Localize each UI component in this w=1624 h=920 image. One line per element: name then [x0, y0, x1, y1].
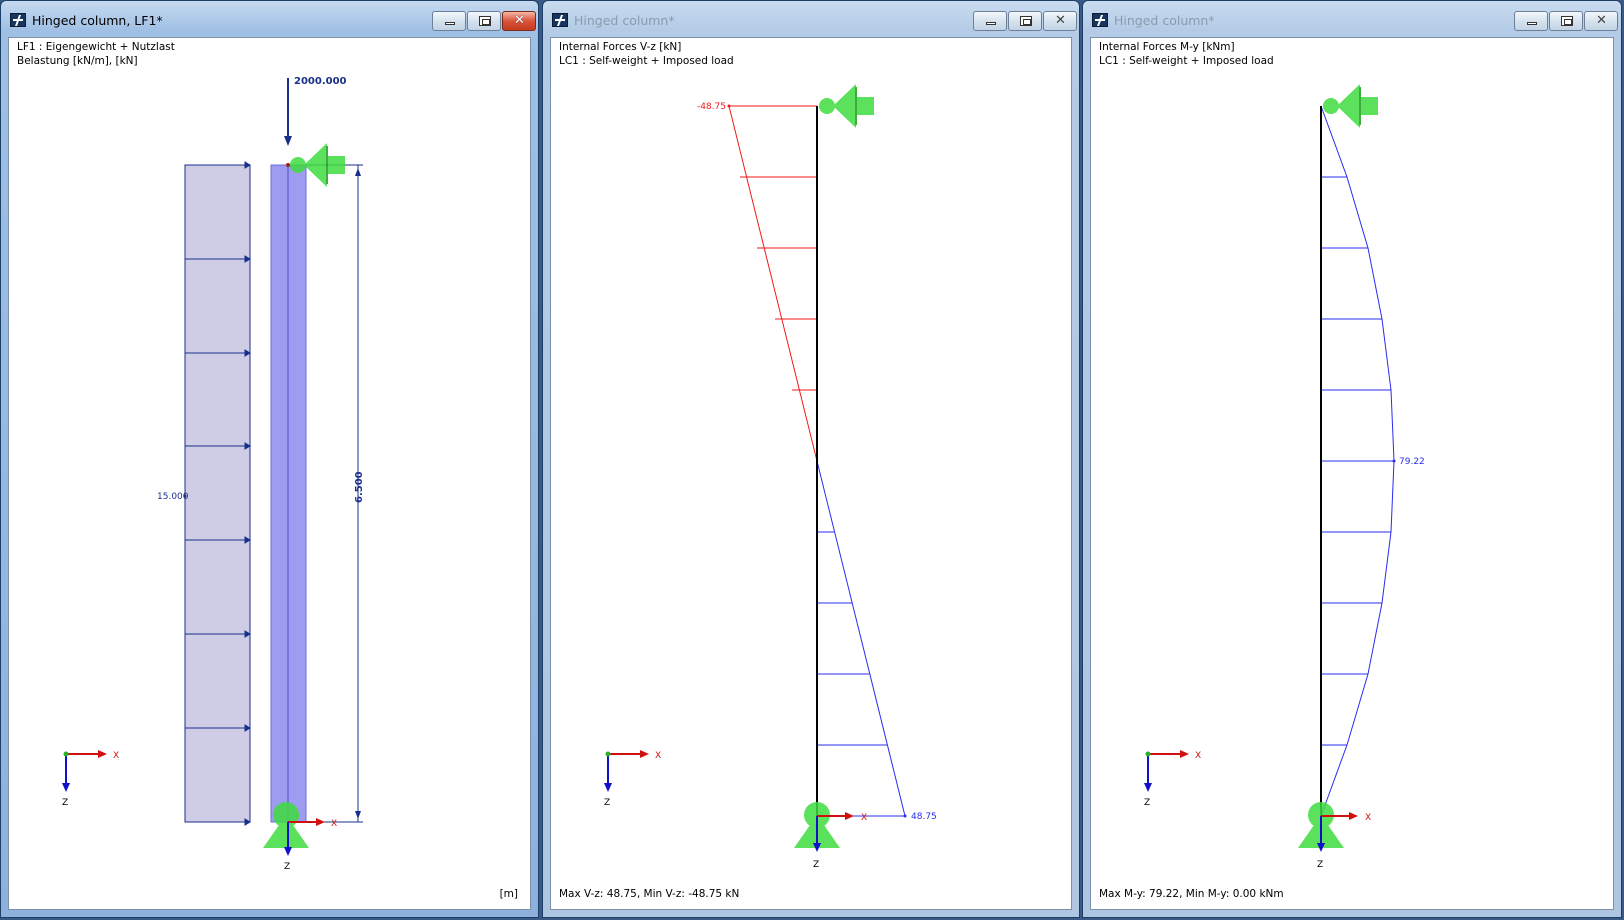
- close-button[interactable]: ✕: [1584, 11, 1618, 31]
- drawing-area[interactable]: Internal Forces M-y [kNm] LC1 : Self-wei…: [1090, 37, 1614, 910]
- point-load-arrowhead: [284, 136, 292, 146]
- max-moment-value: 79.22: [1399, 457, 1425, 467]
- window-title: Hinged column, LF1*: [32, 13, 163, 28]
- member-axis-x-label: X: [331, 819, 337, 829]
- length-value: 6.500: [354, 471, 365, 503]
- maximize-button[interactable]: [1008, 11, 1042, 31]
- global-axis-x-label: X: [1195, 751, 1201, 761]
- member-axis-x-label: X: [861, 813, 867, 823]
- load-window[interactable]: Hinged column, LF1* ✕ LF1 : Eigengewicht…: [0, 0, 539, 918]
- global-axes-icon: [604, 750, 649, 792]
- load-diagram: 15.000 2000.000 6.500 X Z X Z: [62, 76, 365, 872]
- global-axes-icon: [1144, 750, 1189, 792]
- global-axes-icon: [62, 750, 107, 792]
- restore-icon: [1561, 16, 1573, 26]
- extremes-summary: Max V-z: 48.75, Min V-z: -48.75 kN: [559, 888, 740, 900]
- maximize-button[interactable]: [1549, 11, 1583, 31]
- minimize-icon: [986, 22, 996, 25]
- distributed-load-value: 15.000: [157, 492, 189, 502]
- close-icon: ✕: [1055, 13, 1066, 28]
- minimize-button[interactable]: [973, 11, 1007, 31]
- global-axis-z-label: Z: [1144, 798, 1150, 808]
- top-support-icon: [1323, 84, 1378, 128]
- moment-stations: [1321, 176, 1394, 746]
- minimize-icon: [445, 22, 455, 25]
- close-icon: ✕: [1596, 13, 1607, 28]
- positive-shear-area: [816, 460, 906, 817]
- global-axis-z-label: Z: [604, 798, 610, 808]
- minimize-icon: [1527, 22, 1537, 25]
- title-bar[interactable]: Hinged column* ✕: [543, 1, 1079, 33]
- app-icon: [10, 13, 26, 27]
- close-icon: ✕: [514, 13, 525, 28]
- point-load-value: 2000.000: [294, 76, 347, 87]
- max-shear-value: 48.75: [911, 812, 937, 822]
- window-title: Hinged column*: [574, 13, 675, 28]
- app-icon: [1092, 13, 1108, 27]
- close-button[interactable]: ✕: [1043, 11, 1077, 31]
- close-button[interactable]: ✕: [502, 11, 536, 31]
- minimize-button[interactable]: [432, 11, 466, 31]
- moment-window[interactable]: Hinged column* ✕ Internal Forces M-y [kN…: [1082, 0, 1622, 918]
- member-axis-z-label: Z: [813, 860, 819, 870]
- top-support-icon: [819, 84, 874, 128]
- window-title: Hinged column*: [1114, 13, 1215, 28]
- restore-icon: [479, 16, 491, 26]
- title-bar[interactable]: Hinged column* ✕: [1083, 1, 1621, 33]
- global-axis-x-label: X: [655, 751, 661, 761]
- minimize-button[interactable]: [1514, 11, 1548, 31]
- shear-window[interactable]: Hinged column* ✕ Internal Forces V-z [kN…: [542, 0, 1080, 918]
- member-axis-z-label: Z: [1317, 860, 1323, 870]
- distributed-load-area: [184, 164, 251, 823]
- global-axis-x-label: X: [113, 751, 119, 761]
- shear-diagram: -48.75 48.75 X Z X Z: [604, 84, 937, 870]
- moment-diagram: 79.22 X Z X Z: [1144, 84, 1425, 870]
- member-axis-z-label: Z: [284, 862, 290, 872]
- negative-shear-area: [728, 105, 818, 462]
- extremes-summary: Max M-y: 79.22, Min M-y: 0.00 kNm: [1099, 888, 1284, 900]
- drawing-area[interactable]: LF1 : Eigengewicht + Nutzlast Belastung …: [8, 37, 531, 910]
- member-axis-x-label: X: [1365, 813, 1371, 823]
- app-icon: [552, 13, 568, 27]
- min-shear-value: -48.75: [697, 102, 726, 112]
- restore-icon: [1020, 16, 1032, 26]
- drawing-area[interactable]: Internal Forces V-z [kN] LC1 : Self-weig…: [550, 37, 1072, 910]
- maximize-button[interactable]: [467, 11, 501, 31]
- global-axis-z-label: Z: [62, 798, 68, 808]
- units-label: [m]: [499, 888, 518, 900]
- title-bar[interactable]: Hinged column, LF1* ✕: [1, 1, 538, 33]
